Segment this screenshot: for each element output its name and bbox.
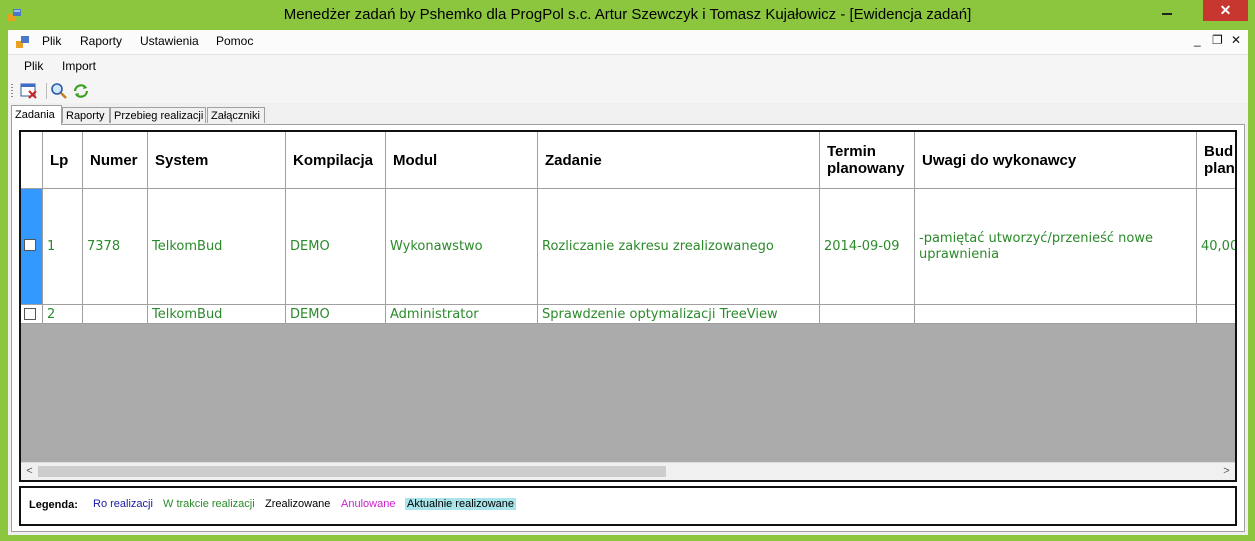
child-menu-import[interactable]: Import [62,59,96,73]
row-checkbox[interactable] [24,308,36,320]
cell-lp[interactable]: 2 [43,305,83,323]
refresh-icon[interactable] [72,82,90,100]
cell-system[interactable]: TelkomBud [148,189,286,304]
tab-page-zadania: Lp Numer System Kompilacja Modul Zadanie… [11,124,1245,532]
cell-budzet[interactable] [1197,305,1235,323]
main-menu-bar: Plik Raporty Ustawienia Pomoc _ ❐ ✕ [8,30,1248,55]
child-window-icon[interactable] [16,35,30,49]
cell-modul[interactable]: Wykonawstwo [386,189,538,304]
cell-zadanie[interactable]: Rozliczanie zakresu zrealizowanego [538,189,820,304]
grid-header: Lp Numer System Kompilacja Modul Zadanie… [21,132,1235,189]
cell-uwagi[interactable]: -pamiętać utworzyć/przenieść nowe uprawn… [915,189,1197,304]
col-header-budzet-line2: plan [1204,160,1235,177]
close-button[interactable]: ✕ [1203,0,1248,21]
col-header-zadanie[interactable]: Zadanie [538,132,820,188]
cell-uwagi[interactable] [915,305,1197,323]
col-header-kompilacja[interactable]: Kompilacja [286,132,386,188]
row-header[interactable] [21,305,43,323]
menu-ustawienia[interactable]: Ustawienia [140,34,199,48]
legend-item-w-trakcie: W trakcie realizacji [163,498,255,510]
menu-pomoc[interactable]: Pomoc [216,34,253,48]
cell-zadanie[interactable]: Sprawdzenie optymalizacji TreeView [538,305,820,323]
grid-corner[interactable] [21,132,43,188]
menu-raporty[interactable]: Raporty [80,34,122,48]
legend-box: Legenda: Ro realizacji W trakcie realiza… [19,486,1237,526]
child-menu-bar: Plik Import [8,55,1248,79]
scroll-left-arrow-icon[interactable]: < [21,463,38,480]
cell-numer[interactable] [83,305,148,323]
cell-termin[interactable]: 2014-09-09 [820,189,915,304]
tab-przebieg-realizacji[interactable]: Przebieg realizacji [110,107,206,123]
cell-termin[interactable] [820,305,915,323]
mdi-container: Plik Raporty Ustawienia Pomoc _ ❐ ✕ Plik… [8,30,1248,535]
cell-modul[interactable]: Administrator [386,305,538,323]
col-header-lp[interactable]: Lp [43,132,83,188]
horizontal-scrollbar[interactable]: < > [21,462,1235,480]
legend-item-aktualnie: Aktualnie realizowane [405,498,517,510]
cell-kompilacja[interactable]: DEMO [286,189,386,304]
scroll-right-arrow-icon[interactable]: > [1218,463,1235,480]
tasks-grid[interactable]: Lp Numer System Kompilacja Modul Zadanie… [19,130,1237,482]
toolbar [8,79,1248,103]
row-header-selected[interactable] [21,189,43,304]
cell-budzet[interactable]: 40,00 [1197,189,1235,304]
col-header-uwagi[interactable]: Uwagi do wykonawcy [915,132,1197,188]
cell-system[interactable]: TelkomBud [148,305,286,323]
col-header-termin-line2: planowany [827,160,905,177]
table-row[interactable]: 1 7378 TelkomBud DEMO Wykonawstwo Rozlic… [21,189,1235,305]
cell-lp[interactable]: 1 [43,189,83,304]
table-row[interactable]: 2 TelkomBud DEMO Administrator Sprawdzen… [21,305,1235,324]
col-header-budzet[interactable]: Bud plan [1197,132,1235,188]
cell-kompilacja[interactable]: DEMO [286,305,386,323]
window-title: Menedżer zadań by Pshemko dla ProgPol s.… [283,6,972,23]
legend-label: Legenda: [29,499,78,511]
legend-item-zrealizowane: Zrealizowane [265,498,331,510]
mdi-minimize-button[interactable]: _ [1194,33,1201,47]
tab-zalaczniki[interactable]: Załączniki [207,107,265,123]
child-menu-plik[interactable]: Plik [24,59,43,73]
scrollbar-thumb[interactable] [38,466,666,477]
col-header-termin-line1: Termin [827,143,876,160]
cell-numer[interactable]: 7378 [83,189,148,304]
minimize-button[interactable] [1158,4,1176,22]
legend-item-anulowane: Anulowane [341,498,396,510]
col-header-system[interactable]: System [148,132,286,188]
col-header-budzet-line1: Bud [1204,143,1234,160]
tab-zadania[interactable]: Zadania [11,105,62,125]
col-header-termin-planowany[interactable]: Termin planowany [820,132,915,188]
col-header-numer[interactable]: Numer [83,132,148,188]
legend-item-ro-realizacji: Ro realizacji [93,498,153,510]
tab-raporty[interactable]: Raporty [62,107,110,123]
title-bar: Menedżer zadań by Pshemko dla ProgPol s.… [0,0,1255,30]
row-checkbox[interactable] [24,239,36,251]
toolbar-separator [46,83,47,99]
menu-plik[interactable]: Plik [42,34,61,48]
toolbar-grip[interactable] [11,84,13,98]
child-window: Plik Import Zadania Raporty Przebieg rea… [8,55,1248,535]
col-header-modul[interactable]: Modul [386,132,538,188]
mdi-restore-button[interactable]: ❐ [1212,33,1223,47]
mdi-close-button[interactable]: ✕ [1231,33,1241,47]
close-window-icon[interactable] [20,82,38,100]
search-icon[interactable] [50,82,68,100]
